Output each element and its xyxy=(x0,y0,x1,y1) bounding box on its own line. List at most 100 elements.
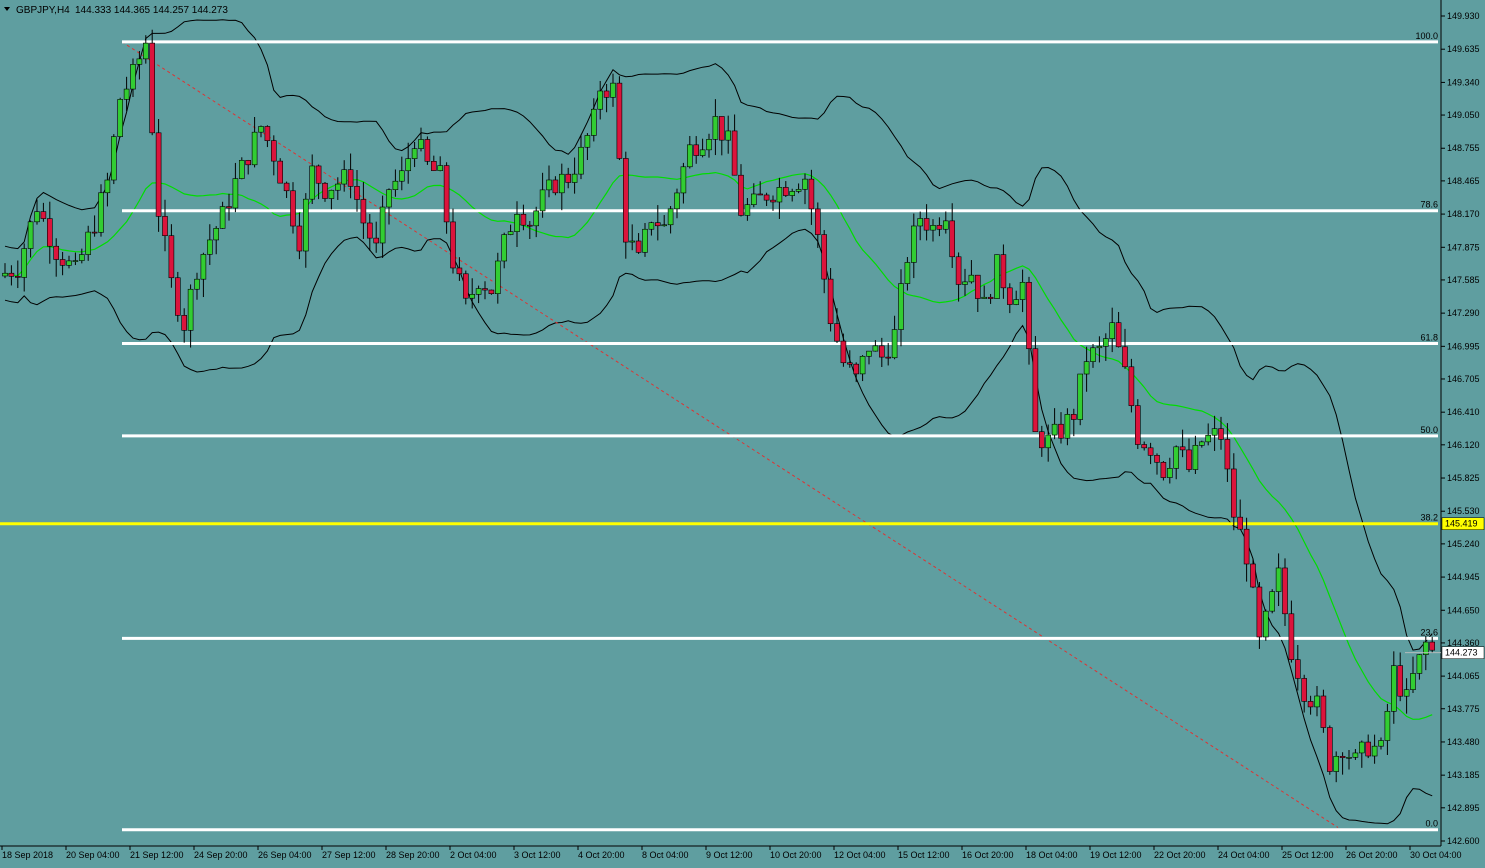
candle-bull xyxy=(590,108,597,136)
time-tick-label: 19 Oct 12:00 xyxy=(1090,850,1142,860)
candle-bear xyxy=(763,194,770,201)
candle-bull xyxy=(795,189,802,192)
candle-bull xyxy=(219,206,226,229)
candle-bull xyxy=(1359,741,1365,754)
candle-bull xyxy=(802,178,808,190)
candle-bear xyxy=(693,144,700,156)
candle-bear xyxy=(1365,741,1371,757)
candle-bull xyxy=(667,208,674,226)
price-chart[interactable]: 100.0 78.6 61.8 50.0 38.2 23.6 0.0 149.930 149.… xyxy=(0,0,1485,868)
candle-bear xyxy=(168,235,175,279)
candle-bull xyxy=(994,254,1000,299)
candle-bull xyxy=(578,146,584,175)
candle-bear xyxy=(1000,254,1007,289)
candle-bull xyxy=(661,224,668,227)
price-tick-label: 149.340 xyxy=(1447,77,1480,87)
chart-header: GBPJPY,H4 144.333 144.365 144.257 144.27… xyxy=(4,5,228,16)
candle-bear xyxy=(1256,586,1263,638)
price-tick-label: 146.120 xyxy=(1447,440,1480,450)
candle-bull xyxy=(1173,446,1179,469)
candle-bear xyxy=(1397,665,1403,697)
candle-bear xyxy=(757,193,764,196)
candle-bear xyxy=(1307,701,1314,708)
fib-level-label: 61.8 xyxy=(1420,333,1438,343)
price-tick-label: 146.705 xyxy=(1447,374,1480,384)
candle-bear xyxy=(1032,348,1039,433)
candle-bear xyxy=(1115,322,1122,348)
candle-bull xyxy=(1371,745,1378,757)
candle-bull xyxy=(1064,414,1071,439)
candle-bear xyxy=(821,234,828,280)
price-tick-label: 144.360 xyxy=(1447,638,1480,648)
candle-bear xyxy=(8,272,15,277)
price-tick-label: 148.755 xyxy=(1447,143,1480,153)
candle-bear xyxy=(654,222,661,227)
candle-bull xyxy=(1109,322,1115,339)
time-tick-label: 27 Sep 12:00 xyxy=(322,850,376,860)
candle-bear xyxy=(373,237,380,244)
time-tick-label: 10 Oct 20:00 xyxy=(770,850,822,860)
price-tick-label: 144.945 xyxy=(1447,572,1480,582)
time-tick-label: 4 Oct 20:00 xyxy=(578,850,625,860)
time-tick-label: 28 Sep 20:00 xyxy=(386,850,440,860)
candle-bull xyxy=(917,218,924,227)
candle-bull xyxy=(1333,755,1339,772)
candle-bear xyxy=(270,140,277,162)
candle-bear xyxy=(936,225,943,230)
candle-bull xyxy=(213,228,219,241)
time-tick-label: 8 Oct 04:00 xyxy=(642,850,689,860)
candle-bull xyxy=(686,144,693,168)
candle-bull xyxy=(34,211,40,223)
price-tick-label: 148.465 xyxy=(1447,176,1480,186)
candle-bear xyxy=(1160,461,1167,478)
candle-bull xyxy=(111,136,117,181)
candle-bull xyxy=(187,288,194,331)
candle-bear xyxy=(1006,287,1013,305)
candle-bear xyxy=(1231,468,1237,518)
candle-bull xyxy=(341,169,348,185)
candle-bull xyxy=(789,191,796,196)
candle-bear xyxy=(91,231,98,234)
candle-bull xyxy=(386,189,392,208)
candle-bear xyxy=(1288,613,1295,660)
candle-bull xyxy=(866,350,872,357)
price-tick-label: 149.050 xyxy=(1447,110,1480,120)
candle-bull xyxy=(706,139,712,151)
candle-bear xyxy=(814,208,821,235)
candle-bear xyxy=(315,165,322,184)
candle-bear xyxy=(283,182,290,192)
candle-bull xyxy=(66,260,72,266)
candle-bear xyxy=(885,356,892,359)
candle-bull xyxy=(494,260,501,294)
price-tick-label: 147.875 xyxy=(1447,242,1480,252)
chart-window[interactable]: 100.0 78.6 61.8 50.0 38.2 23.6 0.0 149.930 149.… xyxy=(0,0,1485,868)
candle-bear xyxy=(482,288,488,291)
candle-bull xyxy=(27,221,34,249)
time-tick-label: 21 Sep 12:00 xyxy=(130,850,184,860)
candle-bull xyxy=(1378,740,1384,747)
candle-bear xyxy=(149,42,155,134)
candle-bull xyxy=(72,260,79,262)
candle-bull xyxy=(1096,346,1103,349)
candle-bear xyxy=(808,178,815,210)
candle-bear xyxy=(635,240,642,253)
candle-bear xyxy=(1026,281,1032,350)
time-tick-label: 18 Oct 04:00 xyxy=(1026,850,1078,860)
candle-bull xyxy=(123,88,130,100)
candle-bear xyxy=(955,256,962,285)
candle-bull xyxy=(910,225,917,263)
candle-bull xyxy=(1269,591,1275,612)
candle-bull xyxy=(699,149,706,156)
candle-bear xyxy=(923,218,930,231)
candle-bear xyxy=(622,158,629,243)
candle-bear xyxy=(226,206,232,209)
price-tick-label: 146.995 xyxy=(1447,341,1480,351)
price-tick-label: 145.825 xyxy=(1447,473,1480,483)
candle-bear xyxy=(290,190,296,227)
candle-bear xyxy=(949,220,956,258)
candle-bear xyxy=(1243,528,1250,565)
candle-bull xyxy=(1192,445,1199,470)
candle-bear xyxy=(347,169,354,187)
price-tick-label: 145.240 xyxy=(1447,539,1480,549)
candle-bull xyxy=(136,58,143,65)
